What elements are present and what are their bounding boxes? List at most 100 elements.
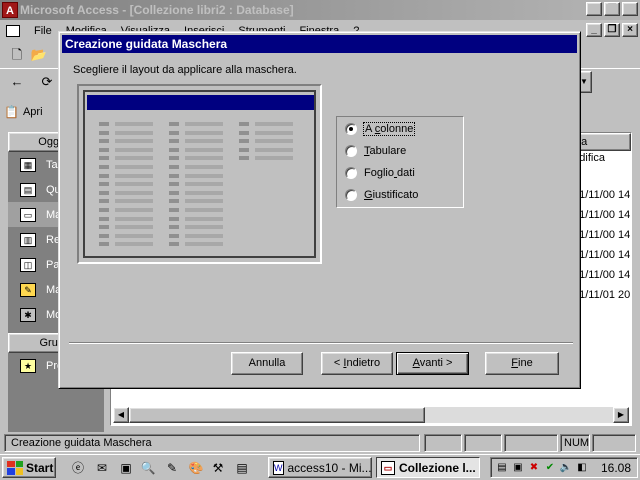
layout-options-group: A colonne Tabulare Foglio dati Giustific… bbox=[336, 116, 464, 208]
scroll-right-icon[interactable]: ▶ bbox=[613, 407, 629, 423]
app-title: Microsoft Access - [Collezione libri2 : … bbox=[20, 3, 294, 17]
desktop-icon[interactable]: ▣ bbox=[118, 460, 134, 476]
radio-tabular[interactable] bbox=[345, 145, 357, 157]
horizontal-scrollbar[interactable]: ◀ ▶ bbox=[113, 407, 629, 423]
preview-field-label bbox=[99, 216, 109, 221]
tray-monitor-icon[interactable]: ▣ bbox=[511, 461, 525, 475]
preview-field-label bbox=[169, 182, 179, 187]
back-button[interactable]: < Indietro bbox=[321, 352, 393, 375]
macro-icon: ✎ bbox=[20, 282, 36, 297]
preview-field-label bbox=[239, 156, 249, 161]
radio-columnar[interactable] bbox=[345, 123, 357, 135]
task-button-collezione[interactable]: ▭ Collezione l... bbox=[376, 457, 480, 478]
doc-close-button[interactable]: × bbox=[622, 23, 638, 37]
preview-field-box bbox=[185, 165, 223, 169]
option-datasheet[interactable]: Foglio dati bbox=[345, 167, 415, 179]
dialog-title[interactable]: Creazione guidata Maschera bbox=[62, 35, 577, 53]
db-window-icon[interactable] bbox=[6, 25, 20, 37]
list-item-date: 21/11/00 14.46 bbox=[573, 229, 631, 241]
preview-field-box bbox=[255, 147, 293, 152]
task-button-access10[interactable]: W access10 - Mi... bbox=[268, 457, 372, 478]
doc-minimize-button[interactable]: _ bbox=[586, 23, 602, 37]
media-icon[interactable]: ▤ bbox=[234, 460, 250, 476]
app-titlebar[interactable]: A Microsoft Access - [Collezione libri2 … bbox=[0, 0, 640, 20]
preview-field-label bbox=[169, 130, 179, 135]
option-columnar-label: A colonne bbox=[362, 122, 416, 136]
preview-field-label bbox=[99, 199, 109, 204]
radio-justified[interactable] bbox=[345, 189, 357, 201]
restore-button[interactable]: ❐ bbox=[604, 2, 620, 16]
preview-field-box bbox=[185, 225, 223, 230]
back-arrow-icon[interactable]: ← bbox=[8, 73, 26, 91]
doc-restore-button[interactable]: ❐ bbox=[604, 23, 620, 37]
windows-logo-icon bbox=[7, 460, 23, 475]
access-key-icon[interactable]: A bbox=[2, 2, 18, 18]
preview-field-box bbox=[115, 173, 153, 178]
preview-field-box bbox=[115, 182, 153, 187]
open-folder-icon[interactable]: 📂 bbox=[30, 46, 48, 64]
open-object-button[interactable]: Apri bbox=[23, 106, 43, 118]
preview-field-box bbox=[115, 225, 153, 230]
tool-icon[interactable]: ⚒ bbox=[210, 460, 226, 476]
internet-explorer-icon[interactable]: ⓔ bbox=[70, 460, 86, 476]
outlook-icon[interactable]: ✉ bbox=[94, 460, 110, 476]
preview-field-box bbox=[185, 216, 223, 221]
close-button[interactable]: × bbox=[622, 2, 638, 16]
preview-field-box bbox=[255, 122, 293, 126]
open-object-icon[interactable]: 📋 bbox=[4, 105, 19, 119]
preview-field-box bbox=[115, 199, 153, 204]
clock[interactable]: 16.08 bbox=[601, 461, 637, 475]
notepad-icon[interactable]: ✎ bbox=[164, 460, 180, 476]
preview-field-label bbox=[99, 182, 109, 187]
option-columnar[interactable]: A colonne bbox=[345, 122, 416, 136]
paint-icon[interactable]: 🎨 bbox=[188, 460, 204, 476]
table-icon: ▦ bbox=[20, 157, 36, 172]
preview-field-box bbox=[185, 242, 223, 247]
preview-field-label bbox=[99, 208, 109, 212]
taskbar: Start ⓔ ✉ ▣ 🔍 ✎ 🎨 ⚒ ▤ W access10 - Mi...… bbox=[0, 454, 640, 480]
preview-field-box bbox=[115, 147, 153, 152]
tray-volume-icon[interactable]: 🔈 bbox=[559, 461, 573, 475]
scroll-thumb[interactable] bbox=[129, 407, 425, 423]
finish-button[interactable]: Fine bbox=[485, 352, 559, 375]
radio-datasheet[interactable] bbox=[345, 167, 357, 179]
explorer-icon[interactable]: 🔍 bbox=[140, 460, 156, 476]
preview-field-label bbox=[99, 156, 109, 161]
list-item-date: 21/11/00 14.46 bbox=[573, 189, 631, 201]
preview-field-box bbox=[255, 156, 293, 161]
report-icon: ▥ bbox=[20, 232, 36, 247]
option-justified[interactable]: Giustificato bbox=[345, 189, 418, 201]
form-icon: ▭ bbox=[20, 207, 36, 222]
preview-field-label bbox=[169, 122, 179, 126]
next-button[interactable]: Avanti > bbox=[396, 352, 469, 375]
scroll-left-icon[interactable]: ◀ bbox=[113, 407, 129, 423]
start-button[interactable]: Start bbox=[2, 457, 56, 478]
tray-media-icon[interactable]: ◧ bbox=[575, 461, 589, 475]
preview-field-box bbox=[115, 139, 153, 144]
menu-file[interactable]: File bbox=[34, 25, 52, 37]
preview-field-box bbox=[255, 139, 293, 144]
new-file-icon[interactable]: 🗋 bbox=[8, 46, 26, 64]
option-datasheet-label: Foglio dati bbox=[364, 167, 415, 179]
database-icon: ▭ bbox=[381, 460, 395, 475]
list-item-date: 21/11/00 14.46 bbox=[573, 269, 631, 281]
preview-field-label bbox=[169, 173, 179, 178]
preview-field-box bbox=[115, 216, 153, 221]
tray-network-icon[interactable]: ▤ bbox=[495, 461, 509, 475]
cancel-button[interactable]: Annulla bbox=[231, 352, 303, 375]
preview-field-box bbox=[185, 156, 223, 161]
minimize-button[interactable]: _ bbox=[586, 2, 602, 16]
layout-preview-canvas bbox=[83, 90, 316, 258]
option-tabular[interactable]: Tabulare bbox=[345, 145, 406, 157]
status-cell bbox=[504, 434, 558, 452]
option-justified-label: Giustificato bbox=[364, 189, 419, 201]
list-item-date: 21/11/00 14.46 bbox=[573, 209, 631, 221]
preview-field-box bbox=[185, 139, 223, 144]
tray-blocked-icon[interactable]: ✖ bbox=[527, 461, 541, 475]
tray-check-icon[interactable]: ✔ bbox=[543, 461, 557, 475]
preview-field-box bbox=[115, 130, 153, 135]
option-tabular-label: Tabulare bbox=[364, 145, 407, 157]
preview-field-label bbox=[169, 225, 179, 230]
refresh-icon[interactable]: ⟳ bbox=[38, 73, 56, 91]
preview-field-box bbox=[115, 233, 153, 238]
